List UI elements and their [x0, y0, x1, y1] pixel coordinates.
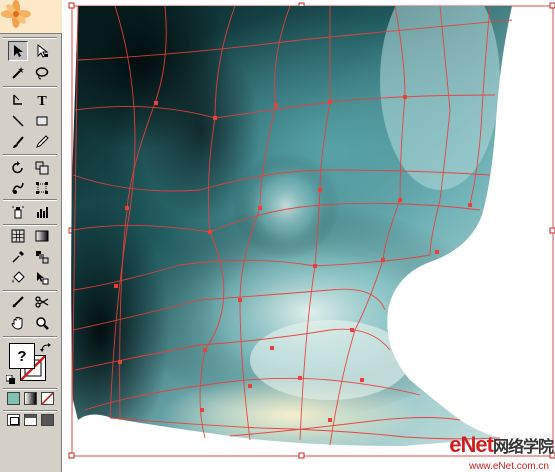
scale-tool[interactable] [32, 158, 52, 178]
eyedropper-tool[interactable] [8, 247, 28, 267]
watermark-logo: eNet网络学院 [449, 432, 554, 458]
pencil-tool[interactable] [32, 132, 52, 152]
pen-tool[interactable] [8, 90, 28, 110]
live-paint-bucket-tool[interactable] [8, 268, 28, 288]
fill-swatch[interactable]: ? [9, 343, 35, 369]
line-segment-tool[interactable] [8, 111, 28, 131]
free-transform-tool[interactable] [32, 178, 52, 198]
artboard[interactable] [62, 0, 555, 472]
rotate-tool[interactable] [8, 158, 28, 178]
none-mode-button[interactable] [41, 392, 54, 405]
app-logo [0, 0, 62, 34]
direct-selection-tool[interactable] [32, 41, 52, 61]
gradient-mesh-artwork[interactable] [62, 0, 555, 472]
selection-tool[interactable] [8, 41, 28, 61]
watermark-site: 网络学院 [492, 439, 554, 456]
lasso-tool[interactable] [32, 63, 52, 83]
column-graph-tool[interactable] [32, 202, 52, 222]
hand-tool[interactable] [8, 313, 28, 333]
divider [3, 37, 57, 39]
fill-none-glyph: ? [17, 347, 27, 365]
swap-fill-stroke-icon[interactable] [40, 340, 52, 352]
watermark-url: www.eNet.com.cn [468, 461, 549, 472]
full-screen-with-menu-button[interactable] [24, 414, 37, 426]
divider [3, 410, 57, 412]
slice-tool[interactable] [8, 292, 28, 312]
paintbrush-tool[interactable] [8, 132, 28, 152]
rectangle-tool[interactable] [32, 111, 52, 131]
divider [3, 199, 57, 201]
gradient-mode-button[interactable] [24, 392, 37, 405]
full-screen-mode-button[interactable] [41, 414, 54, 426]
live-paint-selection-tool[interactable] [32, 268, 52, 288]
type-tool[interactable]: T [32, 90, 52, 110]
blend-tool[interactable] [32, 247, 52, 267]
fill-stroke-swatches: ? [5, 339, 56, 385]
mesh-fill [71, 6, 512, 446]
svg-text:T: T [37, 94, 47, 107]
gradient-tool[interactable] [32, 226, 52, 246]
divider [3, 336, 57, 338]
divider [3, 86, 57, 88]
watermark-brand: eNet [449, 432, 494, 457]
tools-panel: T ? [0, 0, 62, 472]
symbol-sprayer-tool[interactable] [8, 202, 28, 222]
standard-screen-mode-button[interactable] [7, 414, 20, 426]
scissors-tool[interactable] [32, 292, 52, 312]
mesh-tool[interactable] [8, 226, 28, 246]
divider [3, 154, 57, 156]
color-mode-button[interactable] [7, 392, 20, 405]
divider [3, 388, 57, 390]
warp-tool[interactable] [8, 178, 28, 198]
default-colors-icon[interactable] [5, 372, 16, 384]
zoom-tool[interactable] [32, 313, 52, 333]
magic-wand-tool[interactable] [8, 63, 28, 83]
